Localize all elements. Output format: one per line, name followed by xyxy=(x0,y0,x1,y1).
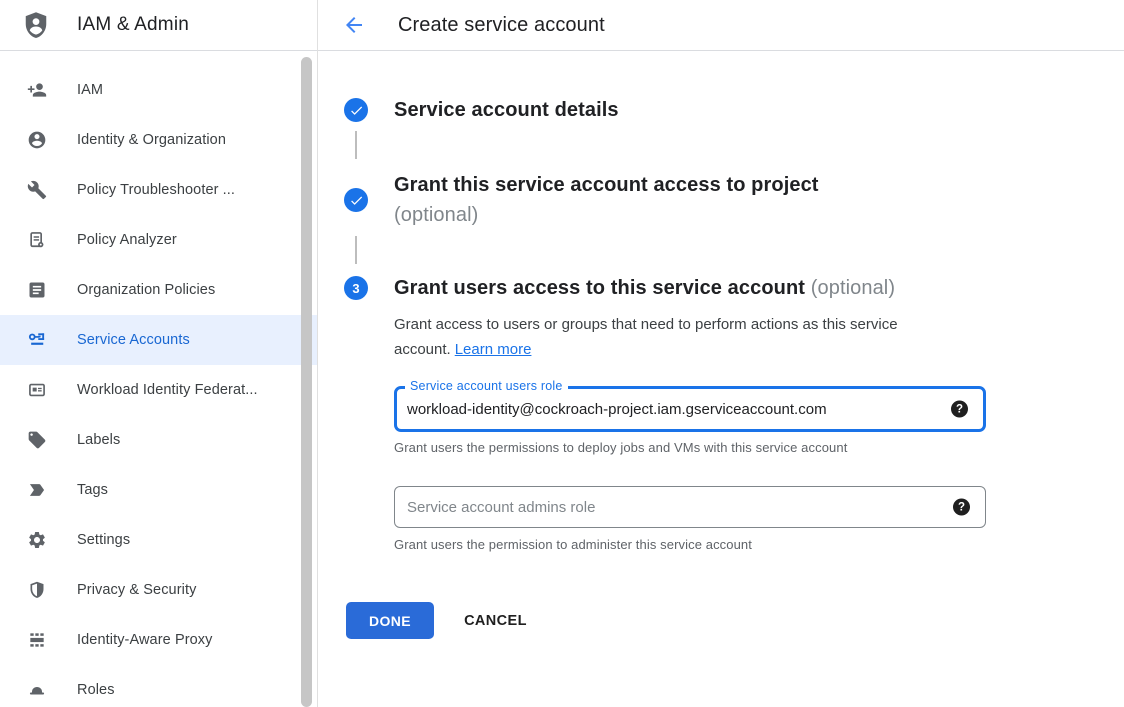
admins-role-field[interactable]: ? xyxy=(394,486,986,528)
sidebar-item-workload-identity-federation[interactable]: Workload Identity Federat... xyxy=(0,365,317,415)
help-icon[interactable]: ? xyxy=(951,401,968,418)
sidebar-item-label: Settings xyxy=(77,532,130,548)
step-connector xyxy=(355,131,357,159)
step-2-complete-icon xyxy=(344,188,368,212)
sidebar-item-settings[interactable]: Settings xyxy=(0,515,317,565)
sidebar-item-iam[interactable]: IAM xyxy=(0,65,317,115)
sidebar-item-label: Privacy & Security xyxy=(77,582,196,598)
sidebar-item-policy-troubleshooter[interactable]: Policy Troubleshooter ... xyxy=(0,165,317,215)
check-icon xyxy=(349,103,364,118)
sidebar-nav: IAM Identity & Organization Policy Troub… xyxy=(0,51,317,707)
step-1-complete-icon xyxy=(344,98,368,122)
sidebar-item-label: Service Accounts xyxy=(77,332,190,348)
person-add-icon xyxy=(27,80,47,100)
cancel-button[interactable]: CANCEL xyxy=(464,613,527,629)
step-3-number-badge: 3 xyxy=(344,276,368,300)
step-3-description: Grant access to users or groups that nee… xyxy=(394,312,964,362)
done-button[interactable]: DONE xyxy=(346,602,434,639)
sidebar-item-labels[interactable]: Labels xyxy=(0,415,317,465)
arrow-back-icon xyxy=(342,13,366,37)
app-window: IAM & Admin IAM Identity & Organization … xyxy=(0,0,1124,707)
wrench-icon xyxy=(27,180,47,200)
step-3-optional-text: (optional) xyxy=(811,277,895,299)
page-title: Create service account xyxy=(398,14,605,37)
main-panel: Create service account Service account d… xyxy=(318,0,1124,707)
step-3-title-text: Grant users access to this service accou… xyxy=(394,277,805,299)
account-circle-icon xyxy=(27,130,47,150)
proxy-icon xyxy=(27,630,47,650)
step-2-title: Grant this service account access to pro… xyxy=(394,170,819,230)
learn-more-link[interactable]: Learn more xyxy=(455,341,532,358)
sidebar-item-label: Identity-Aware Proxy xyxy=(77,632,213,648)
article-icon xyxy=(27,280,47,300)
step-connector xyxy=(355,236,357,264)
sidebar-item-label: Policy Troubleshooter ... xyxy=(77,182,235,198)
check-icon xyxy=(349,193,364,208)
label-icon xyxy=(27,430,47,450)
sidebar-item-privacy-security[interactable]: Privacy & Security xyxy=(0,565,317,615)
product-title: IAM & Admin xyxy=(77,14,189,36)
sidebar-item-roles[interactable]: Roles xyxy=(0,665,317,707)
help-icon[interactable]: ? xyxy=(953,499,970,516)
step-3-title: Grant users access to this service accou… xyxy=(394,273,895,303)
step-3-header: 3 Grant users access to this service acc… xyxy=(344,273,1124,303)
admins-role-helper-text: Grant users the permission to administer… xyxy=(394,537,1124,552)
form-actions: DONE CANCEL xyxy=(346,602,1124,639)
sidebar-item-label: Identity & Organization xyxy=(77,132,226,148)
page-header: Create service account xyxy=(318,0,1124,51)
step-3-number: 3 xyxy=(352,281,359,296)
sidebar-item-identity-organization[interactable]: Identity & Organization xyxy=(0,115,317,165)
stepper-content: Service account details Grant this servi… xyxy=(318,51,1124,639)
shield-half-icon xyxy=(27,580,47,600)
users-role-field[interactable]: Service account users role ? xyxy=(394,386,986,432)
step-2-title-text: Grant this service account access to pro… xyxy=(394,174,819,196)
users-role-helper-text: Grant users the permissions to deploy jo… xyxy=(394,440,1124,455)
sidebar-item-tags[interactable]: Tags xyxy=(0,465,317,515)
back-button[interactable] xyxy=(342,13,366,37)
gear-icon xyxy=(27,530,47,550)
sidebar-item-label: IAM xyxy=(77,82,103,98)
sidebar-scrollbar[interactable] xyxy=(301,57,312,707)
sidebar-header: IAM & Admin xyxy=(0,0,317,51)
sidebar: IAM & Admin IAM Identity & Organization … xyxy=(0,0,318,707)
sidebar-item-policy-analyzer[interactable]: Policy Analyzer xyxy=(0,215,317,265)
policy-analyzer-icon xyxy=(27,230,47,250)
hat-icon xyxy=(27,680,47,700)
step-1-header[interactable]: Service account details xyxy=(344,95,1124,125)
sidebar-item-label: Roles xyxy=(77,682,115,698)
sidebar-item-label: Labels xyxy=(77,432,120,448)
sidebar-item-identity-aware-proxy[interactable]: Identity-Aware Proxy xyxy=(0,615,317,665)
users-role-label: Service account users role xyxy=(405,379,568,393)
sidebar-item-label: Policy Analyzer xyxy=(77,232,177,248)
label-important-icon xyxy=(27,480,47,500)
sidebar-item-label: Workload Identity Federat... xyxy=(77,382,258,398)
iam-shield-icon xyxy=(21,10,51,40)
badge-icon xyxy=(27,380,47,400)
sidebar-item-organization-policies[interactable]: Organization Policies xyxy=(0,265,317,315)
users-role-input[interactable] xyxy=(397,401,919,418)
sidebar-item-label: Organization Policies xyxy=(77,282,215,298)
step-2-optional-label: (optional) xyxy=(394,200,819,230)
sidebar-item-service-accounts[interactable]: Service Accounts xyxy=(0,315,317,365)
step-3-body: Grant access to users or groups that nee… xyxy=(394,312,1124,639)
step-3-optional-label: (optional) xyxy=(811,277,895,299)
sidebar-item-label: Tags xyxy=(77,482,108,498)
step-2-header[interactable]: Grant this service account access to pro… xyxy=(344,170,1124,230)
step-1-title: Service account details xyxy=(394,95,619,125)
service-account-icon xyxy=(27,330,47,350)
admins-role-input[interactable] xyxy=(395,499,921,516)
